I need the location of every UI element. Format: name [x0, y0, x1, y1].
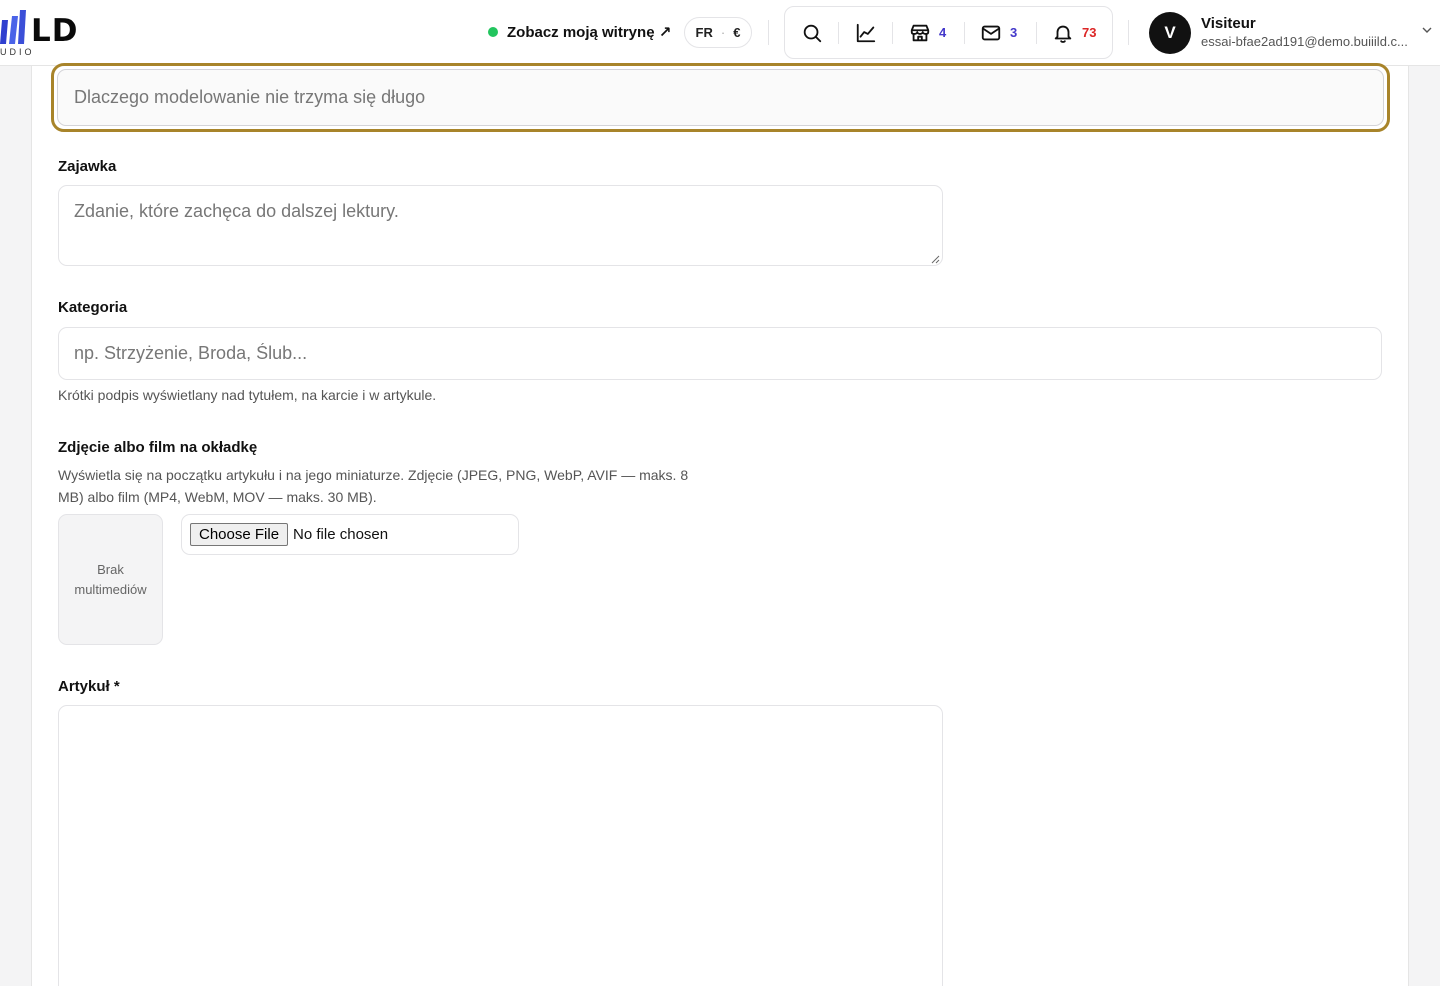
online-status-dot: [488, 27, 498, 37]
media-empty-line-1: Brak: [97, 561, 124, 577]
locale-currency: €: [733, 25, 741, 40]
file-status-text: No file chosen: [293, 526, 389, 543]
chevron-down-icon: [1422, 27, 1432, 33]
article-label: Artykuł *: [58, 678, 120, 695]
header-divider: [768, 20, 769, 45]
store-count-badge: 4: [939, 25, 947, 40]
toolbar-divider: [892, 22, 893, 44]
search-button[interactable]: [801, 7, 823, 58]
chart-icon: [856, 23, 876, 42]
logo-mark-icon: [0, 10, 26, 44]
toolbar-divider: [838, 22, 839, 44]
title-input[interactable]: [57, 69, 1384, 126]
store-icon: [910, 24, 930, 41]
store-button[interactable]: 4: [909, 7, 946, 58]
user-name: Visiteur: [1201, 15, 1256, 32]
mail-count-badge: 3: [1010, 25, 1018, 40]
analytics-button[interactable]: [855, 7, 877, 58]
cover-help-line-1: Wyświetla się na początku artykułu i na …: [58, 467, 689, 483]
article-editor[interactable]: [58, 705, 943, 986]
resize-handle-icon[interactable]: [930, 254, 940, 264]
media-empty-line-2: multimediów: [74, 581, 147, 597]
header-toolbar: 4 3 73: [784, 6, 1113, 59]
mail-icon: [981, 25, 1001, 40]
search-icon: [803, 24, 822, 42]
top-bar: LD UDIO Zobacz moją witrynę ↗ FR · € 4 3…: [0, 0, 1440, 66]
logo[interactable]: LD UDIO: [0, 10, 100, 58]
logo-text: LD: [31, 13, 79, 49]
header-divider: [1128, 20, 1129, 45]
category-label: Kategoria: [58, 299, 128, 316]
notifications-button[interactable]: 73: [1052, 7, 1096, 58]
locale-switcher[interactable]: FR · €: [684, 17, 752, 48]
view-site-link[interactable]: Zobacz moją witrynę ↗: [488, 21, 671, 43]
user-menu[interactable]: V Visiteur essai-bfae2ad191@demo.buiiild…: [1149, 12, 1440, 54]
category-help-text: Krótki podpis wyświetlany nad tytułem, n…: [58, 387, 437, 403]
cover-media-placeholder: Brak multimediów: [58, 514, 163, 645]
toolbar-divider: [964, 22, 965, 44]
cover-help-line-2: MB) albo film (MP4, WebM, MOV — maks. 30…: [58, 489, 377, 505]
bell-icon: [1054, 25, 1072, 43]
cover-file-input: Choose File No file chosen: [181, 514, 519, 555]
cover-label: Zdjęcie albo film na okładkę: [58, 439, 258, 456]
user-email: essai-bfae2ad191@demo.buiiild.c...: [1201, 34, 1408, 49]
teaser-label: Zajawka: [58, 158, 117, 175]
title-field-focus-ring: [51, 63, 1390, 132]
logo-subtitle: UDIO: [0, 47, 35, 57]
avatar: V: [1149, 12, 1191, 54]
locale-separator: ·: [720, 25, 726, 40]
toolbar-divider: [1036, 22, 1037, 44]
category-input[interactable]: [58, 327, 1382, 380]
teaser-textarea[interactable]: [58, 185, 943, 266]
view-site-label: Zobacz moją witrynę ↗: [507, 24, 672, 41]
messages-button[interactable]: 3: [980, 7, 1017, 58]
locale-language: FR: [695, 25, 713, 40]
choose-file-button[interactable]: Choose File: [190, 523, 289, 546]
notification-count-badge: 73: [1082, 25, 1097, 40]
